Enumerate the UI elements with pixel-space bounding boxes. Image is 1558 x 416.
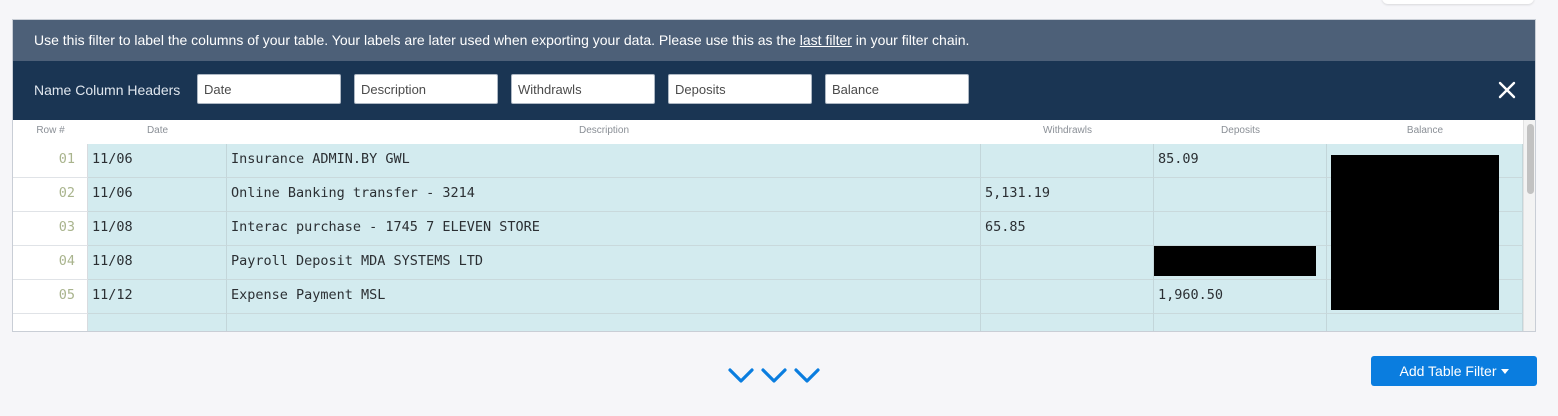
balance-column-name-input[interactable]: [825, 74, 969, 104]
add-table-filter-button[interactable]: Add Table Filter: [1371, 356, 1537, 386]
date-cell[interactable]: 11/06: [88, 144, 227, 178]
info-text: Use this filter to label the columns of …: [34, 32, 800, 48]
top-tab: [1382, 0, 1534, 4]
column-header-description: Description: [578, 125, 630, 136]
withdrawls-cell[interactable]: [981, 280, 1154, 314]
name-column-headers-label: Name Column Headers: [34, 82, 181, 98]
info-text-end: in your filter chain.: [851, 32, 970, 48]
table-row: 05 11/12 Expense Payment MSL 1,960.50: [13, 280, 1523, 314]
redacted-balance-block: [1331, 155, 1499, 310]
column-header-date: Date: [146, 125, 169, 136]
column-header-filter-panel: Use this filter to label the columns of …: [12, 19, 1536, 332]
close-icon[interactable]: [1495, 78, 1519, 102]
table-row-partial: [13, 314, 1523, 331]
row-number: 04: [13, 246, 88, 280]
column-header-row-num: Row #: [36, 125, 65, 136]
column-header-deposits: Deposits: [1221, 125, 1260, 136]
description-cell[interactable]: Online Banking transfer - 3214: [227, 178, 981, 212]
table-row: 03 11/08 Interac purchase - 1745 7 ELEVE…: [13, 212, 1523, 246]
description-cell[interactable]: Payroll Deposit MDA SYSTEMS LTD: [227, 246, 981, 280]
row-number: 01: [13, 144, 88, 178]
row-number: [13, 314, 88, 331]
withdrawls-cell[interactable]: [981, 144, 1154, 178]
date-column-name-input[interactable]: [197, 74, 341, 104]
date-cell[interactable]: 11/08: [88, 246, 227, 280]
table-scrollbar[interactable]: [1523, 120, 1535, 331]
table-row: 02 11/06 Online Banking transfer - 3214 …: [13, 178, 1523, 212]
date-cell[interactable]: 11/06: [88, 178, 227, 212]
column-names-bar: Name Column Headers: [13, 61, 1535, 120]
last-filter-link[interactable]: last filter: [800, 32, 852, 48]
description-cell[interactable]: [227, 314, 981, 331]
date-cell[interactable]: 11/08: [88, 212, 227, 246]
redacted-deposit-block: [1154, 246, 1316, 276]
withdrawls-cell[interactable]: 65.85: [981, 212, 1154, 246]
withdrawls-column-name-input[interactable]: [511, 74, 655, 104]
caret-down-icon: [1500, 369, 1509, 374]
row-number: 05: [13, 280, 88, 314]
column-header-withdrawls: Withdrawls: [1043, 125, 1092, 136]
description-cell[interactable]: Expense Payment MSL: [227, 280, 981, 314]
description-cell[interactable]: Insurance ADMIN.BY GWL: [227, 144, 981, 178]
row-number: 02: [13, 178, 88, 212]
scrollbar-thumb[interactable]: [1527, 124, 1534, 194]
date-cell[interactable]: [88, 314, 227, 331]
balance-cell[interactable]: [1327, 314, 1523, 331]
table-row: 01 11/06 Insurance ADMIN.BY GWL 85.09: [13, 144, 1523, 178]
filter-info-bar: Use this filter to label the columns of …: [13, 20, 1535, 61]
withdrawls-cell[interactable]: [981, 314, 1154, 331]
row-number: 03: [13, 212, 88, 246]
add-table-filter-label: Add Table Filter: [1399, 363, 1497, 379]
date-cell[interactable]: 11/12: [88, 280, 227, 314]
deposits-cell[interactable]: [1154, 314, 1327, 331]
triple-chevron-down-icon[interactable]: [726, 364, 824, 388]
deposits-cell[interactable]: [1154, 212, 1327, 246]
column-header-balance: Balance: [1406, 125, 1444, 136]
deposits-cell[interactable]: [1154, 178, 1327, 212]
withdrawls-cell[interactable]: [981, 246, 1154, 280]
description-column-name-input[interactable]: [354, 74, 498, 104]
deposits-column-name-input[interactable]: [668, 74, 812, 104]
description-cell[interactable]: Interac purchase - 1745 7 ELEVEN STORE: [227, 212, 981, 246]
withdrawls-cell[interactable]: 5,131.19: [981, 178, 1154, 212]
data-table: Row # Date Description Withdrawls Deposi…: [13, 120, 1523, 331]
deposits-cell[interactable]: 1,960.50: [1154, 280, 1327, 314]
deposits-cell[interactable]: 85.09: [1154, 144, 1327, 178]
